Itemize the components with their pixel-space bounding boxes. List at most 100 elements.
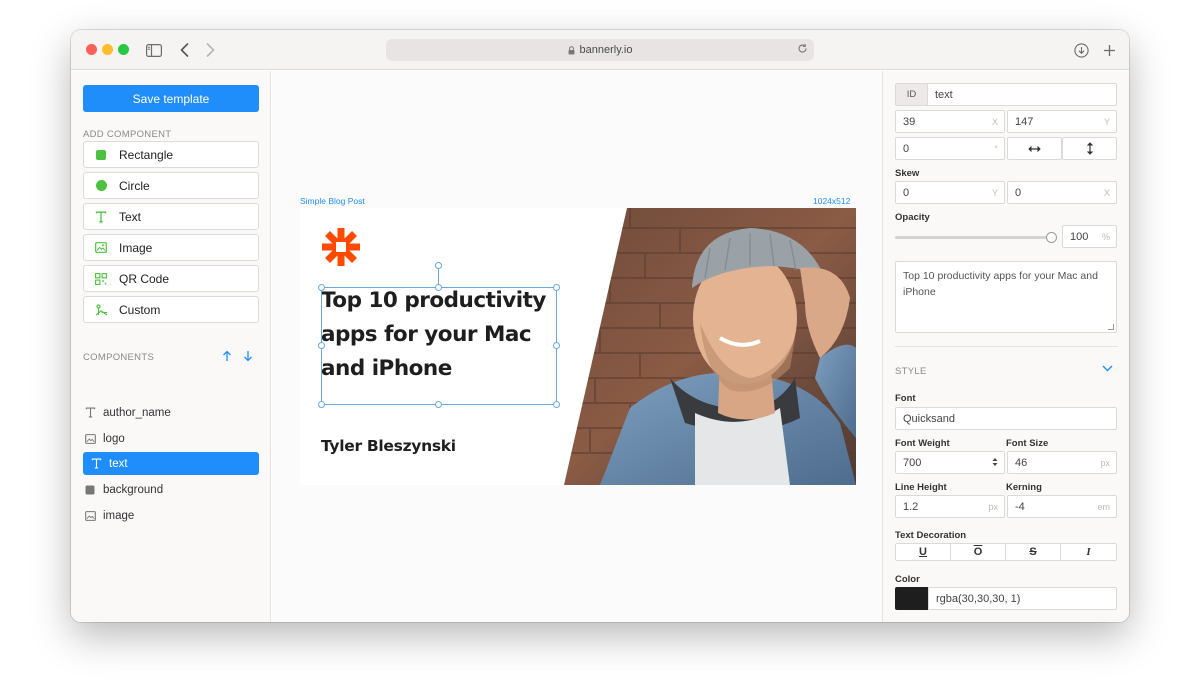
qr-code-icon <box>93 271 109 287</box>
skew-x-unit: X <box>1103 187 1110 198</box>
close-window-button[interactable] <box>86 44 97 55</box>
x-unit: X <box>991 116 998 127</box>
component-label: logo <box>103 432 125 445</box>
color-input[interactable]: rgba(30,30,30, 1) <box>928 587 1117 610</box>
resize-handle-left[interactable] <box>318 342 325 349</box>
add-text-label: Text <box>119 209 142 224</box>
italic-button[interactable]: I <box>1060 543 1117 561</box>
skew-y-input[interactable]: 0 Y <box>895 181 1005 204</box>
overline-button[interactable]: O <box>950 543 1006 561</box>
zapier-logo-icon[interactable] <box>320 226 362 268</box>
forward-arrow-icon[interactable] <box>203 40 217 60</box>
text-decoration-label: Text Decoration <box>895 530 967 541</box>
font-size-unit: px <box>1100 457 1110 468</box>
id-input[interactable]: text <box>927 83 1117 106</box>
vertical-arrows-icon <box>1086 142 1093 155</box>
add-qr-code-label: QR Code <box>119 271 170 286</box>
add-qr-code-button[interactable]: QR Code <box>83 265 259 292</box>
text-content-value: Top 10 productivity apps for your Mac an… <box>903 270 1098 298</box>
resize-handle-top[interactable] <box>435 284 442 291</box>
opacity-slider-track[interactable] <box>895 236 1051 239</box>
component-label: image <box>103 509 135 522</box>
image-icon <box>93 240 109 256</box>
kerning-input[interactable]: -4 em <box>1007 495 1117 518</box>
color-swatch[interactable] <box>895 587 929 610</box>
selection-box[interactable] <box>321 287 557 405</box>
id-tag: ID <box>895 83 928 106</box>
resize-handle-top-right[interactable] <box>553 284 560 291</box>
title-bar: bannerly.io <box>71 30 1129 70</box>
add-text-button[interactable]: Text <box>83 203 259 230</box>
download-icon[interactable] <box>1073 40 1089 60</box>
minimize-window-button[interactable] <box>102 44 113 55</box>
position-x-input[interactable]: 39 X <box>895 110 1005 133</box>
zoom-window-button[interactable] <box>118 44 129 55</box>
rotation-handle[interactable] <box>435 262 442 269</box>
address-bar[interactable]: bannerly.io <box>386 39 814 61</box>
kerning-value: -4 <box>1015 500 1025 513</box>
add-image-button[interactable]: Image <box>83 234 259 261</box>
resize-handle-top-left[interactable] <box>318 284 325 291</box>
sidebar-toggle-icon[interactable] <box>145 40 163 60</box>
skew-x-input[interactable]: 0 X <box>1007 181 1117 204</box>
font-size-input[interactable]: 46 px <box>1007 451 1117 474</box>
move-up-arrow-icon[interactable] <box>221 350 233 362</box>
line-height-value: 1.2 <box>903 500 919 513</box>
component-item-author-name[interactable]: author_name <box>83 401 259 424</box>
rotation-input[interactable]: 0 ° <box>895 137 1005 160</box>
strikethrough-icon: S <box>1029 546 1037 558</box>
add-custom-button[interactable]: Custom <box>83 296 259 323</box>
add-circle-label: Circle <box>119 178 150 193</box>
component-item-image[interactable]: image <box>83 504 259 527</box>
horizontal-arrows-icon <box>1028 145 1041 152</box>
position-y-input[interactable]: 147 Y <box>1007 110 1117 133</box>
resize-handle-right[interactable] <box>553 342 560 349</box>
text-icon <box>93 209 109 225</box>
component-item-logo[interactable]: logo <box>83 427 259 450</box>
save-template-button[interactable]: Save template <box>83 85 259 112</box>
font-weight-value: 700 <box>903 456 922 469</box>
component-item-text[interactable]: text <box>83 452 259 475</box>
panel-divider <box>895 346 1118 347</box>
resize-handle-bottom[interactable] <box>435 401 442 408</box>
add-component-label: ADD COMPONENT <box>83 129 172 140</box>
back-arrow-icon[interactable] <box>177 40 191 60</box>
url-text: bannerly.io <box>579 44 633 56</box>
resize-grip-icon[interactable] <box>1108 324 1114 330</box>
resize-handle-bottom-left[interactable] <box>318 401 325 408</box>
flip-horizontal-button[interactable] <box>1007 137 1062 160</box>
skew-x-value: 0 <box>1015 186 1022 199</box>
new-tab-icon[interactable] <box>1102 40 1116 60</box>
custom-icon <box>93 302 109 318</box>
add-rectangle-button[interactable]: Rectangle <box>83 141 259 168</box>
underline-button[interactable]: U <box>895 543 951 561</box>
resize-handle-bottom-right[interactable] <box>553 401 560 408</box>
chevron-down-icon[interactable] <box>1102 365 1113 372</box>
add-circle-button[interactable]: Circle <box>83 172 259 199</box>
font-value: Quicksand <box>903 412 955 425</box>
rotation-value: 0 <box>903 142 910 155</box>
underline-icon: U <box>919 546 927 558</box>
text-icon <box>90 458 102 469</box>
font-size-label: Font Size <box>1006 438 1049 449</box>
text-icon <box>84 407 96 418</box>
kerning-unit: em <box>1097 501 1110 512</box>
move-down-arrow-icon[interactable] <box>242 350 254 362</box>
id-value: text <box>935 88 953 101</box>
flip-vertical-button[interactable] <box>1062 137 1117 160</box>
opacity-label: Opacity <box>895 212 930 223</box>
opacity-slider-thumb[interactable] <box>1045 232 1057 243</box>
author-name-text[interactable]: Tyler Bleszynski <box>321 437 456 455</box>
font-weight-select[interactable]: 700 <box>895 451 1005 474</box>
component-item-background[interactable]: background <box>83 478 259 501</box>
font-label: Font <box>895 393 916 404</box>
banner-preview[interactable]: Top 10 productivity apps for your Mac an… <box>300 208 856 485</box>
strikethrough-button[interactable]: S <box>1005 543 1061 561</box>
line-height-input[interactable]: 1.2 px <box>895 495 1005 518</box>
text-content-textarea[interactable]: Top 10 productivity apps for your Mac an… <box>895 261 1117 333</box>
italic-icon: I <box>1086 546 1091 558</box>
template-name: Simple Blog Post <box>300 196 365 206</box>
opacity-input[interactable]: 100 % <box>1062 225 1117 248</box>
reload-icon[interactable] <box>797 43 808 54</box>
font-input[interactable]: Quicksand <box>895 407 1117 430</box>
